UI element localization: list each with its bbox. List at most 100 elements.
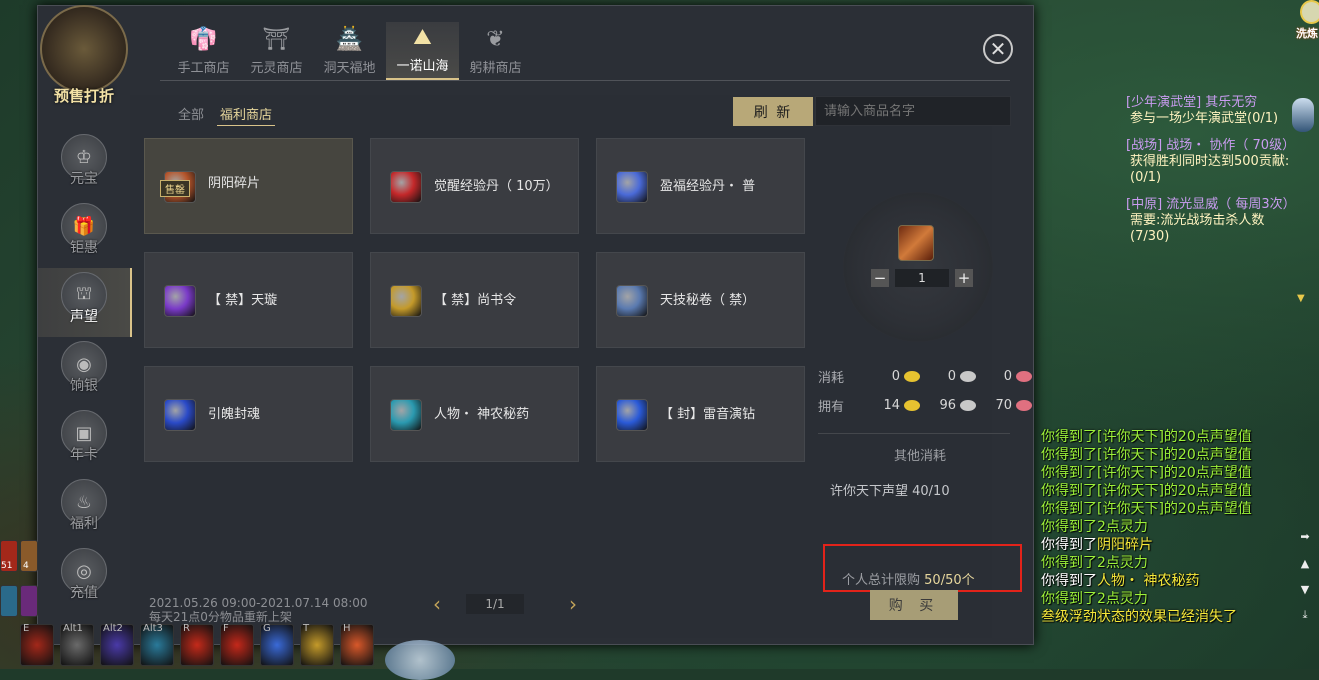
presale-discount-button[interactable]: 预售打折 [40,5,128,107]
next-page-icon[interactable]: › [564,592,582,616]
item-card[interactable]: 【 禁】尚书令 [370,252,579,348]
tab-divider [160,80,1010,81]
chat-message: 你得到了阴阳碎片 [1041,536,1301,554]
tab-pavilion[interactable]: 🏯 洞天福地 [313,22,386,80]
item-card[interactable]: 觉醒经验丹（ 10万） [370,138,579,234]
sidebar-item-label: 福利 [70,516,98,532]
item-card[interactable]: 天技秘卷（ 禁） [596,252,805,348]
search-input[interactable] [815,96,1011,126]
skill-slot[interactable]: E [20,623,54,666]
presale-label: 预售打折 [53,87,114,105]
close-button[interactable]: ✕ [983,34,1013,64]
item-name: 【 禁】天璇 [208,293,278,308]
refresh-button[interactable]: 刷 新 [733,97,813,126]
skill-slot[interactable]: Alt1 [60,623,94,666]
item-name: 阴阳碎片 [208,176,261,191]
purchase-limit: 个人总计限购 50/50个 [842,569,975,588]
sidebar-item-recharge[interactable]: ◎ 充值 [38,544,130,613]
chat-item-link[interactable]: 阴阳碎片 [1097,537,1153,553]
skill-slot[interactable]: H [340,623,374,666]
item-card[interactable]: 引魄封魂 [144,366,353,462]
tab-label: 躬耕商店 [469,61,522,76]
sidebar-item-label: 饷银 [70,378,98,394]
item-icon [616,171,648,203]
chat-text: 你得到了[许你天下]的20点声望值 [1041,429,1252,445]
sidebar-item-label: 钜惠 [70,240,98,256]
chat-message: 你得到了2点灵力 [1041,518,1301,536]
skill-slot[interactable]: G [260,623,294,666]
skill-slot[interactable]: Alt3 [140,623,174,666]
quest-entry[interactable]: [战场] 战场・ 协作（ 70级） 获得胜利同时达到500贡献:(0/1) [1126,138,1296,186]
filter-welfare-shop[interactable]: 福利商店 [217,102,276,126]
chat-scroll-down-icon[interactable]: ▼ [1298,583,1312,597]
currency-amount: 0 [891,369,900,384]
tab-label: 一诺山海 [396,59,449,74]
currency-amount: 70 [995,398,1012,413]
item-card[interactable]: 人物・ 神农秘药 [370,366,579,462]
detail-divider [818,433,1010,434]
skill-slot[interactable]: F [220,623,254,666]
orb-icon[interactable] [1300,0,1319,24]
skill-slot[interactable]: T [300,623,334,666]
item-card[interactable]: 【 禁】天璇 [144,252,353,348]
chat-text: 你得到了[许你天下]的20点声望值 [1041,447,1252,463]
other-cost-heading: 其他消耗 [894,449,947,464]
shop-tab-bar: 👘 手工商店 ⛩ 元灵商店 🏯 洞天福地 ⛰ 一诺山海 ❦ 躬耕商店 [167,22,532,80]
item-card[interactable]: 【 封】雷音演钻 [596,366,805,462]
tab-plant[interactable]: ❦ 躬耕商店 [459,22,532,80]
quest-title[interactable]: [中原] 流光显威（ 每周3次） [1126,197,1296,213]
chat-scroll-bottom-icon[interactable]: ⤓ [1298,608,1312,622]
increase-button[interactable]: + [955,269,973,287]
tab-mountain[interactable]: ⛰ 一诺山海 [386,22,459,80]
item-card[interactable]: 盈福经验丹・ 普 [596,138,805,234]
close-icon: ✕ [989,37,1007,61]
currency-amount: 0 [947,369,956,384]
buff-icon[interactable]: 51 [0,540,18,572]
category-sidebar: ♔ 元宝 🎁 钜惠 ⛫ 声望 ◉ 饷银 ▣ 年卡 ♨ 福利 ◎ 充值 [38,130,132,613]
item-icon [390,285,422,317]
buff-icon[interactable]: 4 [20,540,38,572]
quest-title[interactable]: [战场] 战场・ 协作（ 70级） [1126,138,1296,154]
sidebar-item-bag[interactable]: ♨ 福利 [38,475,130,544]
sidebar-item-coin[interactable]: ◉ 饷银 [38,337,130,406]
skill-slot[interactable]: R [180,623,214,666]
row-label: 消耗 [818,371,845,386]
decrease-button[interactable]: − [871,269,889,287]
chat-message: 你得到了人物・ 神农秘药 [1041,572,1301,590]
buff-icon[interactable] [0,585,18,617]
filter-all[interactable]: 全部 [175,102,207,126]
sidebar-item-card[interactable]: ▣ 年卡 [38,406,130,475]
quest-objective: 参与一场少年演武堂(0/1) [1130,111,1279,126]
item-name: 人物・ 神农秘药 [434,407,530,422]
skill-bar: E Alt1 Alt2 Alt3 R F G T H [0,623,374,666]
buy-button[interactable]: 购 买 [870,590,958,620]
sidebar-item-giftbox[interactable]: 🎁 钜惠 [38,199,130,268]
item-name: 觉醒经验丹（ 10万） [434,179,559,194]
tab-robe[interactable]: 👘 手工商店 [167,22,240,80]
presale-icon [40,5,128,93]
sidebar-item-ingot[interactable]: ♔ 元宝 [38,130,130,199]
purchase-limit-value: 50/50个 [924,573,975,588]
purchase-limit-label: 个人总计限购 [842,573,921,588]
skill-slot[interactable]: Alt2 [100,623,134,666]
sidebar-item-reputation[interactable]: ⛫ 声望 [38,268,132,337]
chat-item-link[interactable]: 人物・ 神农秘药 [1097,573,1199,589]
pagination: ‹ 1/1 › [428,592,582,616]
buff-icon[interactable] [20,585,38,617]
item-card[interactable]: 售罄 阴阳碎片 [144,138,353,234]
item-name: 引魄封魂 [208,407,261,422]
prev-page-icon[interactable]: ‹ [428,592,446,616]
plant-icon: ❦ [486,26,505,52]
quest-expand-icon[interactable]: ▼ [1297,293,1305,304]
quantity-field[interactable]: 1 [895,269,949,287]
tab-shrine[interactable]: ⛩ 元灵商店 [240,22,313,80]
sidebar-item-label: 充值 [70,585,98,601]
currency-icon [904,400,920,411]
chat-text: 你得到了[许你天下]的20点声望值 [1041,465,1252,481]
quest-entry[interactable]: [少年演武堂] 其乐无穷 参与一场少年演武堂(0/1) [1126,95,1296,127]
quest-title[interactable]: [少年演武堂] 其乐无穷 [1126,95,1296,111]
chat-send-icon[interactable]: ➡ [1298,530,1312,544]
refine-label[interactable]: 洗炼 [1296,25,1318,41]
quest-entry[interactable]: [中原] 流光显威（ 每周3次） 需要:流光战场击杀人数(7/30) [1126,197,1296,245]
chat-scroll-up-icon[interactable]: ▲ [1298,557,1312,571]
